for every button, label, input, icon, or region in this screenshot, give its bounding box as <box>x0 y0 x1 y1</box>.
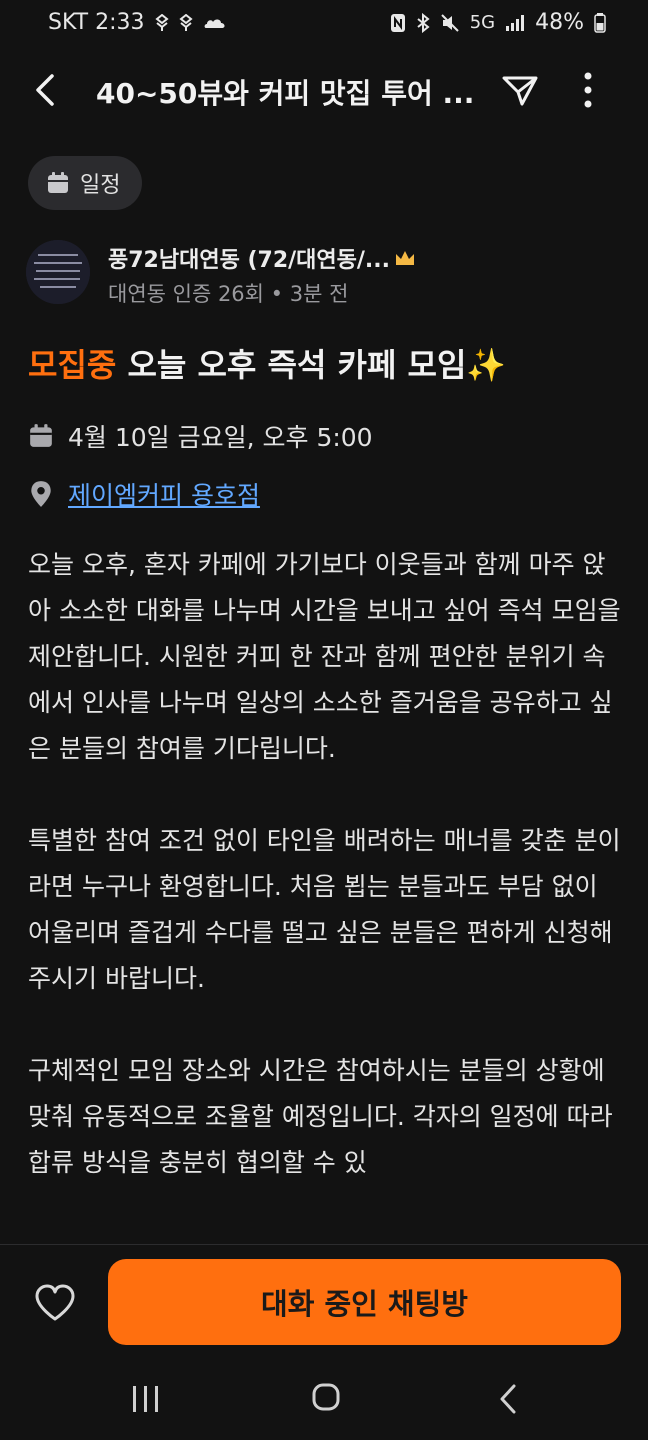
post-title: 모집중 오늘 오후 즉석 카페 모임✨ <box>28 340 506 386</box>
signal-icon <box>506 14 525 31</box>
dropbox-icon <box>154 13 169 31</box>
category-label: 일정 <box>80 173 121 198</box>
crown-icon <box>396 251 415 265</box>
more-button[interactable] <box>568 68 608 112</box>
body-paragraph: 구체적인 모임 장소와 시간은 참여하시는 분들의 상황에 맞춰 유동적으로 조… <box>28 1056 613 1177</box>
body-paragraph: 오늘 오후, 혼자 카페에 가기보다 이웃들과 함께 마주 앉아 소소한 대화를… <box>28 550 621 763</box>
heart-icon <box>35 1284 75 1321</box>
battery-icon <box>594 12 606 33</box>
system-nav-bar <box>0 1360 648 1440</box>
event-place-row: 제이엠커피 용호점 <box>28 476 260 512</box>
post-title-text: 오늘 오후 즉석 카페 모임✨ <box>127 346 507 384</box>
home-button[interactable] <box>311 1382 341 1412</box>
carrier-time: SKT 2:33 <box>48 10 145 35</box>
page-title: 40~50뷰와 커피 맛집 투어 ... <box>96 77 475 110</box>
author-meta: 대연동 인증 26회 • 3분 전 <box>108 282 349 306</box>
avatar-image <box>26 240 90 304</box>
mute-icon <box>440 13 459 32</box>
location-pin-icon <box>31 481 51 507</box>
share-button[interactable] <box>498 70 542 110</box>
calendar-icon <box>30 424 52 447</box>
recents-icon <box>133 1386 158 1412</box>
back-icon <box>500 1384 516 1414</box>
status-left: SKT 2:33 <box>48 10 227 35</box>
event-date-row: 4월 10일 금요일, 오후 5:00 <box>28 418 373 454</box>
top-app-bar: 40~50뷰와 커피 맛집 투어 ... <box>0 56 648 124</box>
status-right: 5G 48% <box>390 10 606 35</box>
like-button[interactable] <box>34 1283 76 1323</box>
recruit-status: 모집중 <box>28 346 117 384</box>
recents-button[interactable] <box>130 1384 162 1414</box>
post-body: 오늘 오후, 혼자 카페에 가기보다 이웃들과 함께 마주 앉아 소소한 대화를… <box>28 542 628 1232</box>
body-paragraph: 특별한 참여 조건 없이 타인을 배려하는 매너를 갖춘 분이라면 누구나 환영… <box>28 826 621 993</box>
avatar[interactable] <box>26 240 90 304</box>
more-vertical-icon <box>584 72 592 108</box>
system-back-button[interactable] <box>496 1382 520 1416</box>
author-name[interactable]: 풍72남대연동 (72/대연동/... <box>108 242 416 274</box>
status-bar: SKT 2:33 5G 48% <box>0 0 648 48</box>
cloud-icon <box>204 18 225 28</box>
battery-percent: 48% <box>535 10 584 35</box>
home-icon <box>312 1383 340 1411</box>
category-chip[interactable]: 일정 <box>28 156 143 210</box>
event-date: 4월 10일 금요일, 오후 5:00 <box>68 423 373 452</box>
bottom-action-bar: 대화 중인 채팅방 <box>0 1244 648 1360</box>
dropbox-icon <box>178 13 193 31</box>
calendar-icon <box>48 172 68 193</box>
back-button[interactable] <box>26 68 66 112</box>
chevron-left-icon <box>36 74 54 106</box>
network-type: 5G <box>469 12 496 33</box>
nfc-icon <box>390 13 405 32</box>
event-place-link[interactable]: 제이엠커피 용호점 <box>68 476 260 512</box>
bluetooth-icon <box>417 12 430 33</box>
chat-room-button[interactable]: 대화 중인 채팅방 <box>108 1259 621 1345</box>
author-name-text: 풍72남대연동 (72/대연동/... <box>108 248 391 273</box>
send-icon <box>502 76 538 106</box>
